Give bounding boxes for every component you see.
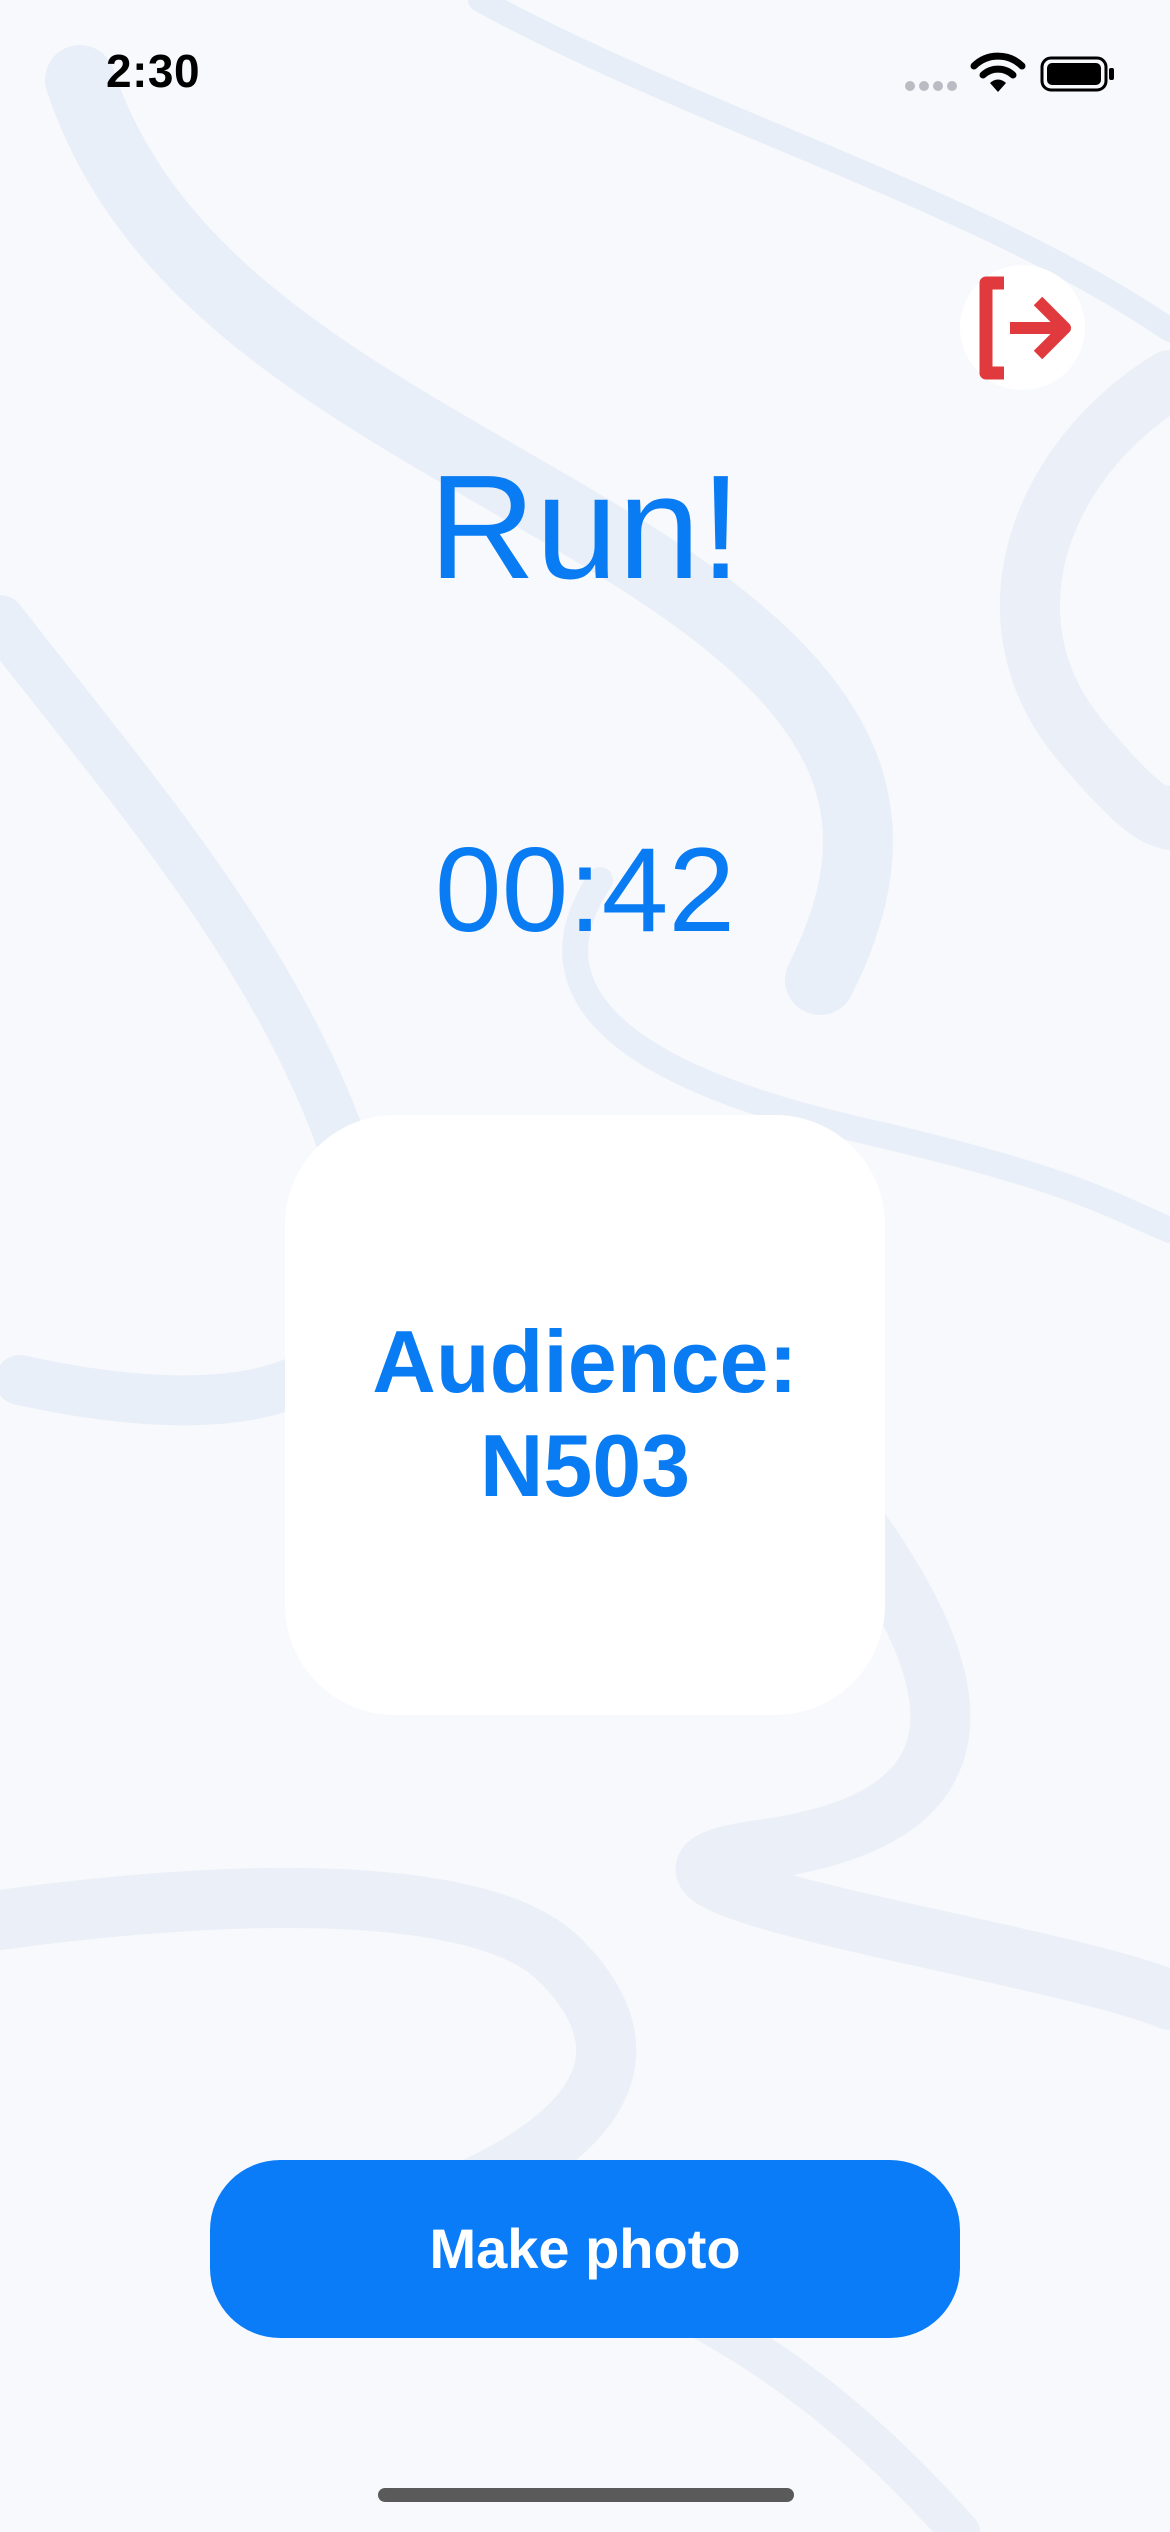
audience-value: N503: [479, 1416, 691, 1515]
audience-label: Audience:: [372, 1312, 798, 1411]
cellular-signal-icon: [905, 81, 957, 91]
logout-arrow-icon: [979, 276, 1071, 380]
status-bar: 2:30: [0, 0, 1170, 150]
app-screen: 2:30 Run! 00:42 Audience: N503 Make phot…: [0, 0, 1170, 2532]
battery-icon: [1040, 56, 1114, 92]
audience-card: Audience: N503: [285, 1115, 885, 1715]
status-time: 2:30: [106, 45, 201, 97]
wifi-icon: [970, 52, 1026, 92]
home-indicator: [378, 2488, 794, 2502]
logout-button[interactable]: [960, 265, 1085, 390]
page-title: Run!: [428, 445, 742, 610]
countdown-timer: 00:42: [434, 823, 736, 957]
make-photo-button[interactable]: Make photo: [210, 2160, 960, 2338]
audience-info: Audience: N503: [285, 1310, 885, 1518]
